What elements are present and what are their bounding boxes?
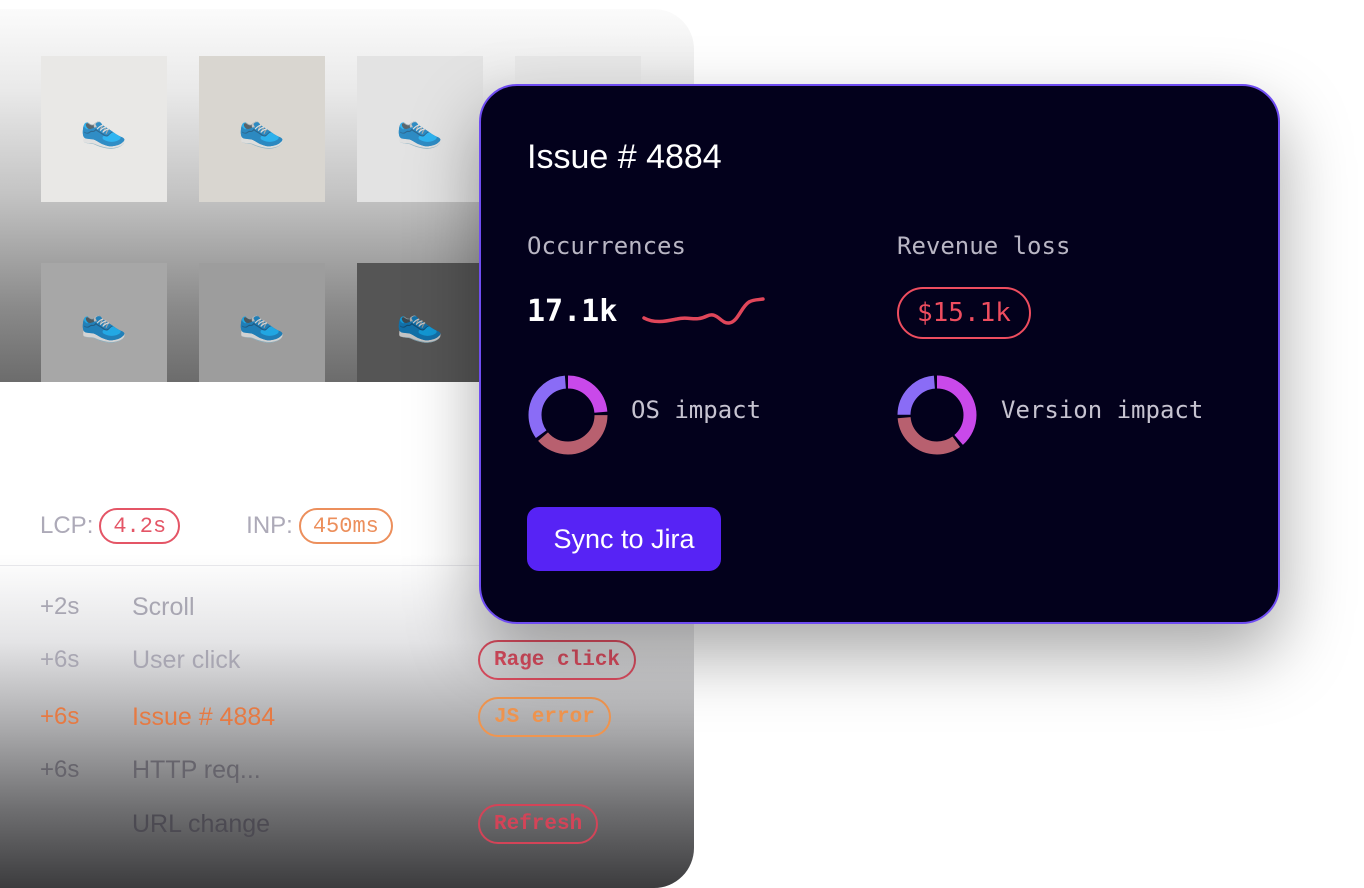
product-thumbnail[interactable]: 👟 <box>199 263 325 382</box>
event-name: Scroll <box>132 593 195 621</box>
event-tag-badge: Refresh <box>478 804 599 844</box>
event-row[interactable]: URL change Refresh <box>40 804 660 844</box>
event-name: User click <box>132 646 241 674</box>
event-row[interactable]: +6s User click Rage click <box>40 640 660 680</box>
occurrences-sparkline <box>642 297 765 325</box>
sneaker-yellow-icon: 👟 <box>238 108 286 150</box>
event-tag-badge: JS error <box>478 697 611 737</box>
event-name: HTTP req... <box>132 756 261 784</box>
issue-card: Issue # 4884 Occurrences Revenue loss 17… <box>479 84 1280 624</box>
event-name: URL change <box>132 810 271 838</box>
occurrences-count: 17.1k <box>527 294 618 329</box>
issue-title: Issue # 4884 <box>527 138 722 176</box>
lcp-value-badge: 4.2s <box>99 508 181 544</box>
sneaker-red-icon: 👟 <box>238 301 286 344</box>
web-vitals-row: LCP: 4.2s INP: 450ms <box>40 506 393 546</box>
sneaker-white-icon: 👟 <box>396 108 444 150</box>
revenue-loss-badge: $15.1k <box>897 287 1031 339</box>
product-thumbnail[interactable]: 👟 <box>357 56 483 202</box>
inp-label: INP: <box>246 512 293 539</box>
version-impact-donut-chart <box>897 375 977 455</box>
product-thumbnail[interactable]: 👟 <box>41 263 167 382</box>
sneaker-black-icon: 👟 <box>396 301 444 344</box>
event-time: +6s <box>40 646 80 673</box>
inp-value-badge: 450ms <box>298 508 393 544</box>
os-impact-label: OS impact <box>631 396 762 424</box>
lcp-label: LCP: <box>40 512 94 539</box>
sneaker-pink-icon: 👟 <box>80 108 128 150</box>
event-time: +6s <box>40 756 80 783</box>
event-time: +2s <box>40 593 80 620</box>
version-impact-label: Version impact <box>1001 396 1204 424</box>
revenue-loss-label: Revenue loss <box>897 232 1071 260</box>
occurrences-label: Occurrences <box>527 232 686 260</box>
sneaker-green-icon: 👟 <box>80 301 128 344</box>
event-name: Issue # 4884 <box>132 703 276 731</box>
event-row[interactable]: +6s HTTP req... <box>40 750 660 790</box>
product-thumbnail[interactable]: 👟 <box>357 263 483 382</box>
event-time: +6s <box>40 703 80 730</box>
os-impact-donut-chart <box>528 375 608 455</box>
product-thumbnail[interactable]: 👟 <box>41 56 167 202</box>
event-row[interactable]: +6s Issue # 4884 JS error <box>40 697 660 737</box>
product-thumbnail[interactable]: 👟 <box>199 56 325 202</box>
event-tag-badge: Rage click <box>478 640 637 680</box>
sparkline-line <box>642 297 765 325</box>
sync-to-jira-button[interactable]: Sync to Jira <box>527 507 721 571</box>
